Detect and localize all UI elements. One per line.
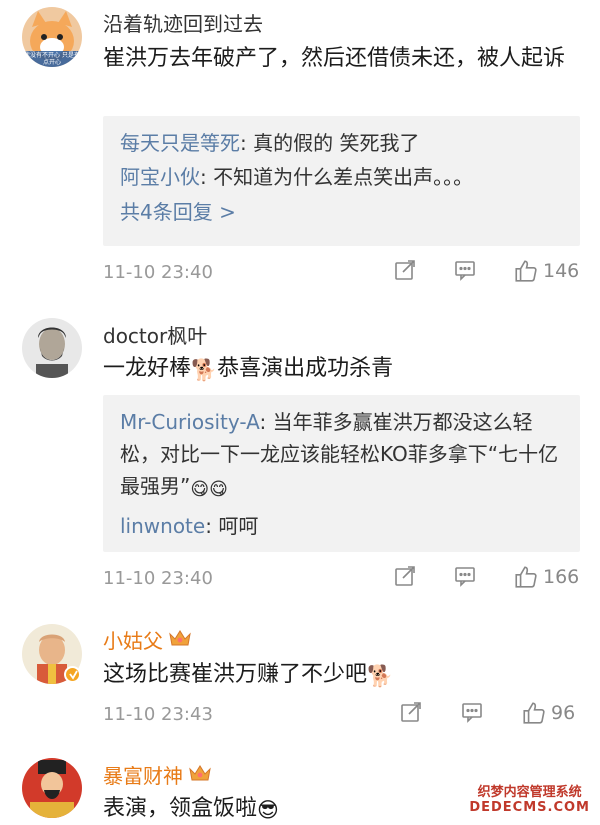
comment-icon [462,703,482,723]
reply-username[interactable]: Mr-Curiosity-A [120,410,259,434]
reply-box[interactable]: Mr-Curiosity-A: 当年菲多赢崔洪万都没这么轻松，对比一下一龙应该能… [103,395,580,552]
comment-button[interactable] [453,258,477,282]
reply-colon: : [205,514,219,538]
like-button[interactable]: 96 [521,700,575,726]
reply-username[interactable]: 阿宝小伙 [120,165,200,189]
reply-text: 不知道为什么差点笑出声。。。 [213,165,474,189]
reply-username[interactable]: 每天只是等死 [120,131,240,155]
drool-emoji-icon: 😋 [209,479,228,500]
reply-text: 真的假的 笑死我了 [253,131,420,155]
share-button[interactable] [393,564,417,588]
comment-button[interactable] [453,564,477,588]
avatar-cat[interactable]: 我没有不开心 只是有点开心 [22,7,82,67]
reply-item: Mr-Curiosity-A: 当年菲多赢崔洪万都没这么轻松，对比一下一龙应该能… [120,406,564,502]
comment-meta: 11-10 23:40 166 [103,564,583,596]
reply-box[interactable]: 每天只是等死: 真的假的 笑死我了 阿宝小伙: 不知道为什么差点笑出声。。。 共… [103,116,580,246]
like-icon [515,566,537,588]
comment-username[interactable]: 暴富财神 [103,760,211,789]
reply-text: 呵呵 [218,514,259,538]
comment-time: 11-10 23:40 [103,568,213,589]
like-count: 166 [543,566,580,588]
comment-icon [455,261,475,281]
username-text: 小姑父 [103,629,163,653]
avatar-man[interactable] [22,318,82,378]
comment-text: 崔洪万去年破产了，然后还借债未还，被人起诉 [103,46,566,71]
comment-meta: 11-10 23:40 146 [103,258,583,290]
comment-text-part: 这场比赛崔洪万赚了不少吧 [103,662,368,687]
avatar-god-of-wealth[interactable] [22,758,82,818]
comment-text-part: 表演，领盒饭啦 [103,796,258,821]
comment-username[interactable]: doctor枫叶 [103,320,207,349]
comment-text-part: 一龙好棒 [103,356,192,381]
watermark: 织梦内容管理系统 DEDECMS.COM [469,785,590,815]
drool-emoji-icon: 😋 [190,479,210,500]
sunglasses-emoji-icon: 😎 [257,798,279,822]
reply-item: linwnote: 呵呵 [120,510,564,542]
comment-time: 11-10 23:43 [103,704,213,725]
comment-text: 一龙好棒🐕恭喜演出成功杀青 [103,352,573,385]
comment-icon [455,567,475,587]
share-icon [395,566,415,586]
comment-username[interactable]: 小姑父 [103,625,191,654]
comment-text: 这场比赛崔洪万赚了不少吧🐕 [103,658,573,691]
crown-badge-icon [189,764,211,787]
reply-colon: : [240,131,254,155]
share-icon [395,260,415,280]
like-count: 96 [551,702,576,724]
like-button[interactable]: 166 [513,564,579,590]
comment-meta: 11-10 23:43 96 [103,700,583,732]
reply-username[interactable]: linwnote [120,514,205,538]
verified-badge-icon [64,666,81,683]
comment-button[interactable] [460,700,484,724]
share-icon [401,702,421,722]
watermark-line2: DEDECMS.COM [469,800,590,815]
comment-text-part: 恭喜演出成功杀青 [217,356,394,381]
watermark-line1: 织梦内容管理系统 [477,785,582,800]
crown-badge-icon [169,629,191,652]
reply-item: 阿宝小伙: 不知道为什么差点笑出声。。。 [120,161,564,193]
comment-username[interactable]: 沿着轨迹回到过去 [103,8,263,37]
avatar-monk[interactable] [22,624,82,684]
like-icon [523,702,545,724]
like-button[interactable]: 146 [513,258,579,284]
like-icon [515,260,537,282]
like-count: 146 [543,260,580,282]
doge-emoji-icon: 🐕 [191,358,218,382]
username-text: 暴富财神 [103,764,183,788]
doge-emoji-icon: 🐕 [367,664,394,688]
reply-colon: : [259,410,273,434]
avatar-caption: 我没有不开心 只是有点开心 [24,52,80,66]
reply-item: 每天只是等死: 真的假的 笑死我了 [120,127,564,159]
share-button[interactable] [393,258,417,282]
reply-colon: : [200,165,214,189]
share-button[interactable] [399,700,423,724]
more-replies-link[interactable]: 共4条回复 > [120,195,564,229]
comment-time: 11-10 23:40 [103,262,213,283]
